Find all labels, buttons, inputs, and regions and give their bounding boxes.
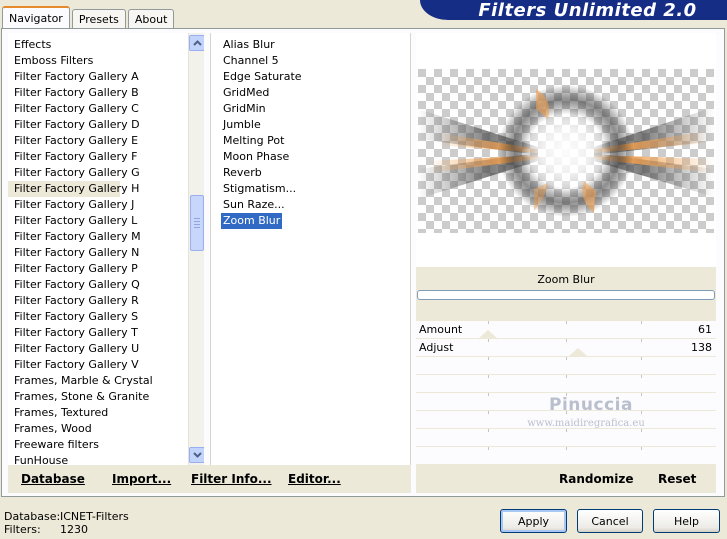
category-item[interactable]: Filter Factory Gallery B xyxy=(8,85,188,101)
category-item[interactable]: Filter Factory Gallery R xyxy=(8,293,188,309)
category-item[interactable]: Filter Factory Gallery D xyxy=(8,117,188,133)
category-item[interactable]: Filter Factory Gallery Q xyxy=(8,277,188,293)
preview-image xyxy=(418,69,714,233)
parameter-list: Amount 61 Adjust 138 xyxy=(416,321,716,465)
category-item[interactable]: Filter Factory Gallery C xyxy=(8,101,188,117)
category-item[interactable]: Filter Factory Gallery S xyxy=(8,309,188,325)
filter-item[interactable]: Channel 5 xyxy=(221,53,304,69)
parameter-label: Amount xyxy=(419,323,463,336)
scroll-thumb[interactable] xyxy=(190,195,204,251)
scroll-up-button[interactable] xyxy=(189,35,204,51)
parameter-row[interactable]: Amount 61 xyxy=(416,321,716,339)
category-item[interactable]: Filter Factory Gallery V xyxy=(8,357,188,373)
category-item[interactable]: Freeware filters xyxy=(8,437,188,453)
navigator-panel: Effects Emboss Filters Filter Factory Gall… xyxy=(1,28,725,497)
reset-button[interactable]: Reset xyxy=(658,472,696,486)
category-item[interactable]: Filter Factory Gallery T xyxy=(8,325,188,341)
progress-bar xyxy=(417,290,715,300)
filter-item[interactable]: Reverb xyxy=(221,165,304,181)
filter-item[interactable]: Jumble xyxy=(221,117,304,133)
slider-thumb[interactable] xyxy=(569,348,587,356)
parameter-row xyxy=(416,375,716,393)
category-items: Effects Emboss Filters Filter Factory Gall… xyxy=(8,37,188,465)
app-title: Filters Unlimited 2.0 xyxy=(478,0,697,21)
category-list[interactable]: Effects Emboss Filters Filter Factory Gall… xyxy=(8,33,204,465)
category-item[interactable]: Effects xyxy=(8,37,188,53)
parameter-row xyxy=(416,429,716,447)
filter-item[interactable]: Alias Blur xyxy=(221,37,304,53)
parameter-label: Adjust xyxy=(419,341,454,354)
category-item[interactable]: Emboss Filters xyxy=(8,53,188,69)
slider-thumb[interactable] xyxy=(479,330,497,338)
category-item[interactable]: Filter Factory Gallery F xyxy=(8,149,188,165)
filter-item[interactable]: Edge Saturate xyxy=(221,69,304,85)
filters-count: 1230 xyxy=(60,523,88,536)
filters-label: Filters: xyxy=(4,523,41,536)
filter-items: Alias Blur Channel 5 Edge Saturate GridMed G… xyxy=(221,37,304,229)
category-item[interactable]: Filter Factory Gallery M xyxy=(8,229,188,245)
database-value: ICNET-Filters xyxy=(60,510,129,523)
category-item[interactable]: Frames, Wood xyxy=(8,421,188,437)
tab-navigator[interactable]: Navigator xyxy=(2,6,70,28)
parameter-row xyxy=(416,357,716,375)
database-label: Database: xyxy=(4,510,61,523)
filter-item[interactable]: GridMin xyxy=(221,101,304,117)
app-title-banner: Filters Unlimited 2.0 xyxy=(420,0,727,21)
chevron-down-icon xyxy=(192,452,202,458)
chevron-up-icon xyxy=(192,40,202,46)
filter-item[interactable]: Moon Phase xyxy=(221,149,304,165)
watermark-name: Pinuccia xyxy=(549,395,633,415)
scroll-down-button[interactable] xyxy=(189,447,204,463)
parameter-row xyxy=(416,447,716,465)
category-item[interactable]: Frames, Marble & Crystal xyxy=(8,373,188,389)
database-info: Database: ICNET-Filters Filters: 1230 xyxy=(4,510,129,536)
category-item[interactable]: Filter Factory Gallery A xyxy=(8,69,188,85)
help-button[interactable]: Help xyxy=(653,509,720,533)
filter-item[interactable]: Sun Raze... xyxy=(221,197,304,213)
cancel-button[interactable]: Cancel xyxy=(577,509,643,533)
category-item[interactable]: Filter Factory Gallery J xyxy=(8,197,188,213)
editor-button[interactable]: Editor... xyxy=(288,472,341,486)
filter-item[interactable]: Stigmatism... xyxy=(221,181,304,197)
tab-about[interactable]: About xyxy=(127,9,175,28)
parameter-value: 138 xyxy=(691,341,712,354)
watermark-site: www.maidiregrafica.eu xyxy=(527,418,645,429)
parameter-row[interactable]: Adjust 138 xyxy=(416,339,716,357)
category-item[interactable]: Filter Factory Gallery G xyxy=(8,165,188,181)
randomize-button[interactable]: Randomize xyxy=(559,472,633,486)
category-item[interactable]: Frames, Stone & Granite xyxy=(8,389,188,405)
category-item[interactable]: Filter Factory Gallery L xyxy=(8,213,188,229)
category-item[interactable]: Filter Factory Gallery U xyxy=(8,341,188,357)
database-button[interactable]: Database xyxy=(21,472,85,486)
filter-item[interactable]: GridMed xyxy=(221,85,304,101)
category-scrollbar[interactable] xyxy=(188,33,204,465)
filter-item[interactable]: Zoom Blur xyxy=(221,213,283,229)
category-item[interactable]: Filter Factory Gallery H xyxy=(8,181,139,197)
category-item[interactable]: Filter Factory Gallery E xyxy=(8,133,188,149)
category-item[interactable]: Filter Factory Gallery P xyxy=(8,261,188,277)
filter-info-button[interactable]: Filter Info... xyxy=(191,472,272,486)
filter-list[interactable]: Alias Blur Channel 5 Edge Saturate GridMed G… xyxy=(210,33,411,465)
parameter-value: 61 xyxy=(698,323,712,336)
preview-area xyxy=(416,33,716,267)
navigator-toolbar: Database Import... Filter Info... Editor… xyxy=(8,465,411,493)
category-item[interactable]: FunHouse xyxy=(8,453,188,465)
apply-button[interactable]: Apply xyxy=(500,509,567,533)
tab-bar: Navigator Presets About xyxy=(2,6,176,28)
filter-name-label: Zoom Blur xyxy=(537,273,595,286)
filter-controls: Zoom Blur Amount 61 Adjust 138 Pinuccia www… xyxy=(416,267,716,465)
category-item[interactable]: Frames, Textured xyxy=(8,405,188,421)
controls-toolbar: Randomize Reset xyxy=(416,465,716,493)
import-button[interactable]: Import... xyxy=(112,472,171,486)
category-item[interactable]: Filter Factory Gallery N xyxy=(8,245,188,261)
tab-presets[interactable]: Presets xyxy=(71,9,126,28)
filter-item[interactable]: Melting Pot xyxy=(221,133,304,149)
